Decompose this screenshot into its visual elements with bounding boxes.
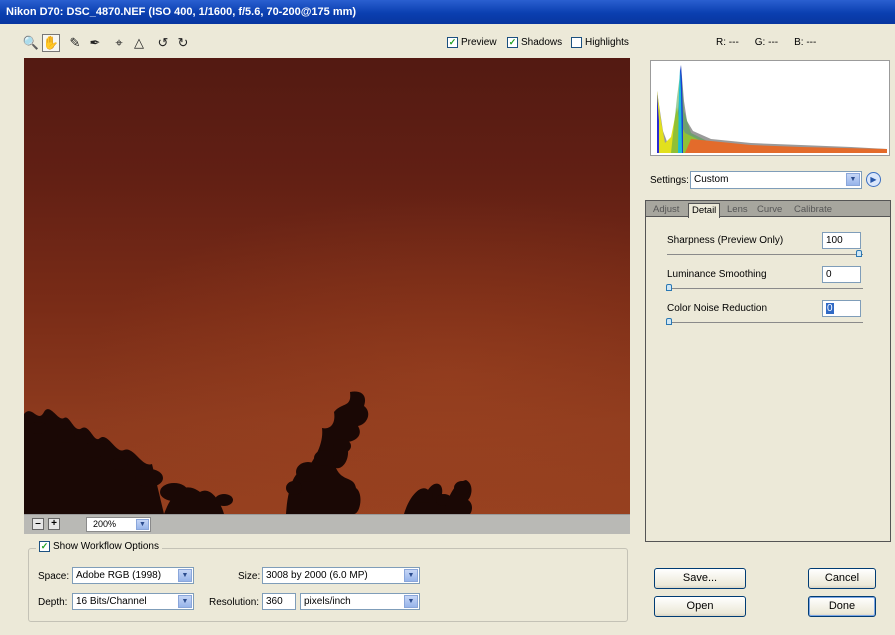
sharpness-label: Sharpness (Preview Only): [667, 235, 784, 246]
cancel-button[interactable]: Cancel: [808, 568, 876, 589]
shadows-checkbox[interactable]: ✓ Shadows: [507, 37, 562, 48]
zoom-in-button[interactable]: +: [48, 518, 60, 530]
color-noise-reduction-slider-thumb[interactable]: [666, 318, 672, 325]
zoom-icon[interactable]: 🔍: [22, 34, 40, 52]
size-label: Size:: [238, 571, 261, 582]
g-readout: G: ---: [754, 37, 779, 48]
zoom-out-button[interactable]: –: [32, 518, 44, 530]
resolution-unit-value: pixels/inch: [304, 596, 351, 607]
settings-menu-icon[interactable]: ▶: [866, 172, 881, 187]
size-value: 3008 by 2000 (6.0 MP): [266, 570, 368, 581]
rotate-right-icon[interactable]: ↻: [174, 34, 192, 52]
window-title: Nikon D70: DSC_4870.NEF (ISO 400, 1/1600…: [0, 0, 895, 24]
settings-select[interactable]: Custom ▼: [690, 171, 862, 189]
preview-label: Preview: [461, 37, 497, 48]
tab-adjust[interactable]: Adjust: [650, 203, 682, 217]
show-workflow-options-label: Show Workflow Options: [53, 541, 159, 552]
chevron-down-icon: ▼: [404, 595, 418, 608]
tab-calibrate[interactable]: Calibrate: [791, 203, 835, 217]
toolbar: 🔍 ✋ ✎ ✒ ⌖ △ ↺ ↻ ✓ Preview ✓ Shadows High…: [22, 32, 642, 56]
depth-value: 16 Bits/Channel: [76, 596, 147, 607]
settings-label: Settings:: [650, 175, 689, 186]
shadows-label: Shadows: [521, 37, 563, 48]
hand-icon[interactable]: ✋: [42, 34, 60, 52]
color-noise-reduction-label: Color Noise Reduction: [667, 303, 768, 314]
crop-icon[interactable]: ⌖: [110, 34, 128, 52]
zoom-bar: – + 200% ▼: [24, 514, 630, 534]
chevron-down-icon: ▼: [846, 173, 860, 186]
chevron-down-icon: ▼: [136, 519, 149, 530]
space-label: Space:: [38, 571, 70, 582]
color-noise-reduction-slider[interactable]: [666, 318, 863, 325]
luminance-smoothing-slider[interactable]: [666, 284, 863, 291]
tab-curve[interactable]: Curve: [754, 203, 785, 217]
space-select[interactable]: Adobe RGB (1998) ▼: [72, 567, 194, 584]
highlights-checkbox[interactable]: Highlights: [571, 37, 629, 48]
tab-strip: Adjust Detail Lens Curve Calibrate: [646, 201, 890, 218]
color-noise-reduction-input[interactable]: 0: [822, 300, 861, 317]
rgb-readout: R: --- G: --- B: ---: [716, 37, 816, 48]
b-readout: B: ---: [794, 37, 817, 48]
luminance-smoothing-slider-thumb[interactable]: [666, 284, 672, 291]
preview-checkbox[interactable]: ✓ Preview: [447, 37, 497, 48]
color-noise-reduction-value: 0: [826, 303, 834, 314]
check-icon: ✓: [507, 37, 518, 48]
rotate-left-icon[interactable]: ↺: [154, 34, 172, 52]
done-button[interactable]: Done: [808, 596, 876, 617]
histogram-graph: [651, 61, 889, 155]
zoom-level-select[interactable]: 200% ▼: [86, 517, 151, 532]
size-select[interactable]: 3008 by 2000 (6.0 MP) ▼: [262, 567, 420, 584]
unchecked-box: [571, 37, 582, 48]
zoom-level-value: 200%: [93, 519, 117, 529]
chevron-down-icon: ▼: [178, 595, 192, 608]
image-preview[interactable]: [24, 58, 630, 514]
space-value: Adobe RGB (1998): [76, 570, 162, 581]
depth-label: Depth:: [38, 597, 68, 608]
luminance-smoothing-input[interactable]: 0: [822, 266, 861, 283]
straighten-icon[interactable]: △: [130, 34, 148, 52]
sharpness-slider-thumb[interactable]: [856, 250, 862, 257]
sharpness-slider[interactable]: [667, 250, 863, 257]
save-button[interactable]: Save...: [654, 568, 746, 589]
chevron-down-icon: ▼: [178, 569, 192, 582]
tab-detail[interactable]: Detail: [688, 203, 721, 218]
check-icon: ✓: [447, 37, 458, 48]
open-button[interactable]: Open: [654, 596, 746, 617]
depth-select[interactable]: 16 Bits/Channel ▼: [72, 593, 194, 610]
tab-lens[interactable]: Lens: [724, 203, 751, 217]
workflow-options-group: [28, 548, 628, 622]
settings-value: Custom: [694, 174, 729, 185]
show-workflow-options-checkbox[interactable]: ✓ Show Workflow Options: [36, 541, 162, 552]
highlights-label: Highlights: [585, 37, 629, 48]
resolution-unit-select[interactable]: pixels/inch ▼: [300, 593, 420, 610]
adjustments-panel: Adjust Detail Lens Curve Calibrate Sharp…: [645, 200, 891, 542]
color-sampler-icon[interactable]: ✒: [86, 34, 104, 52]
resolution-input[interactable]: 360: [262, 593, 296, 610]
histogram: [650, 60, 890, 156]
chevron-down-icon: ▼: [404, 569, 418, 582]
sharpness-input[interactable]: 100: [822, 232, 861, 249]
luminance-smoothing-label: Luminance Smoothing: [667, 269, 767, 280]
check-icon: ✓: [39, 541, 50, 552]
white-balance-eyedropper-icon[interactable]: ✎: [66, 34, 84, 52]
r-readout: R: ---: [716, 37, 739, 48]
tree-silhouette: [24, 391, 472, 514]
resolution-label: Resolution:: [209, 597, 260, 608]
